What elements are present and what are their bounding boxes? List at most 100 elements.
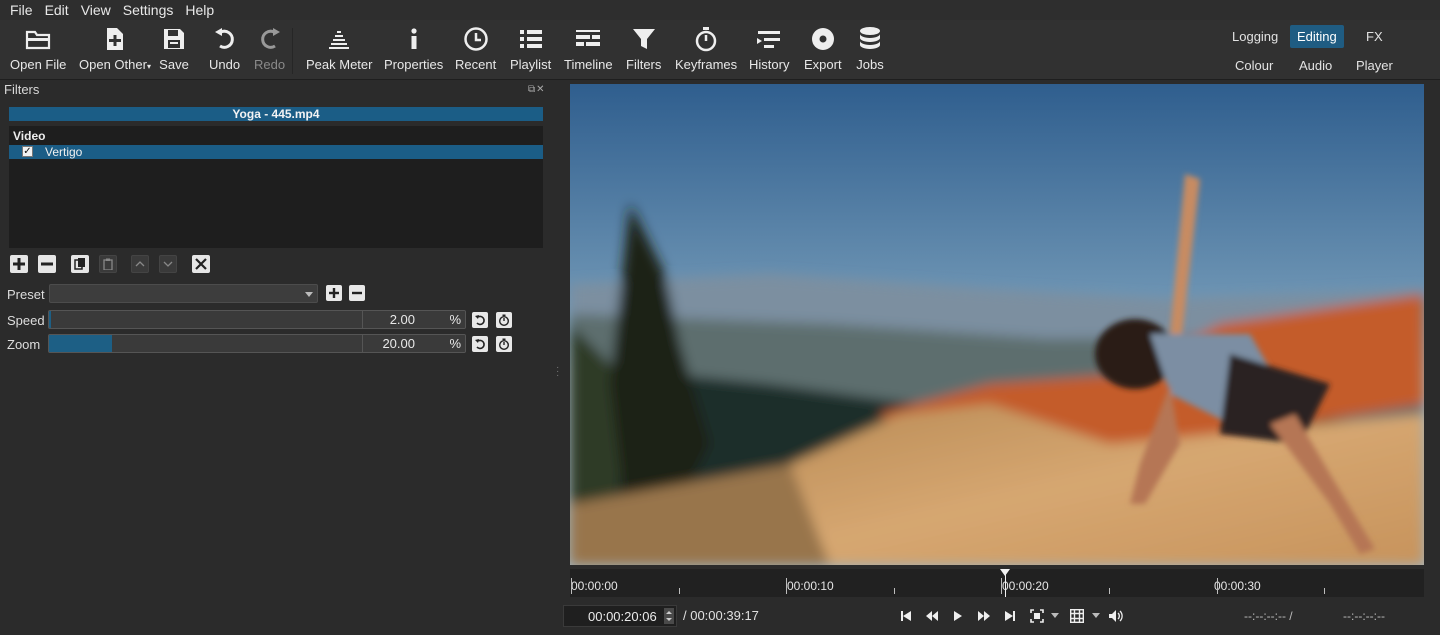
rewind-icon	[926, 611, 938, 621]
save-button[interactable]: Save	[159, 24, 189, 72]
redo-icon	[255, 24, 285, 54]
volume-button[interactable]	[1107, 607, 1125, 625]
ruler-tick	[679, 588, 680, 594]
undo-icon	[210, 24, 240, 54]
layout-logging[interactable]: Logging	[1225, 25, 1285, 48]
main-toolbar: Open File Open Other▾ Save Undo Redo Pea…	[0, 20, 1440, 80]
plus-icon	[13, 258, 25, 270]
peak-meter-icon	[324, 24, 354, 54]
filter-enable-checkbox[interactable]: ✓	[22, 146, 33, 157]
playlist-button[interactable]: Playlist	[510, 24, 551, 72]
menu-help[interactable]: Help	[179, 2, 220, 18]
play-button[interactable]	[949, 607, 967, 625]
zoom-slider[interactable]: 20.00 %	[48, 334, 466, 353]
history-button[interactable]: History	[749, 24, 789, 72]
fast-forward-button[interactable]	[975, 607, 993, 625]
speed-unit: %	[449, 312, 461, 327]
move-filter-up-button[interactable]	[131, 255, 149, 273]
menu-settings[interactable]: Settings	[117, 2, 180, 18]
disc-icon	[808, 24, 838, 54]
zoom-fit-button[interactable]	[1028, 607, 1046, 625]
jobs-button[interactable]: Jobs	[855, 24, 885, 72]
rewind-button[interactable]	[923, 607, 941, 625]
minus-icon	[41, 262, 53, 266]
fast-forward-icon	[978, 611, 990, 621]
zoom-reset-button[interactable]	[472, 336, 488, 352]
save-disk-icon	[159, 24, 189, 54]
minus-icon	[352, 291, 362, 295]
filter-name: Vertigo	[45, 145, 83, 159]
video-viewer[interactable]	[570, 84, 1424, 565]
chevron-down-icon	[1051, 613, 1059, 618]
funnel-icon	[629, 24, 659, 54]
stopwatch-icon	[499, 338, 509, 350]
clipboard-icon	[103, 258, 113, 270]
filter-row-vertigo[interactable]: ✓ Vertigo	[9, 145, 543, 159]
folder-open-icon	[23, 24, 53, 54]
layout-audio[interactable]: Audio	[1292, 54, 1339, 77]
menu-file[interactable]: File	[4, 2, 39, 18]
list-icon	[516, 24, 546, 54]
menu-view[interactable]: View	[75, 2, 117, 18]
ruler-label: 00:00:20	[1002, 579, 1049, 593]
recent-label: Recent	[455, 57, 497, 72]
layout-fx[interactable]: FX	[1359, 25, 1390, 48]
menu-edit[interactable]: Edit	[39, 2, 75, 18]
remove-filter-button[interactable]	[38, 255, 56, 273]
copy-icon	[74, 258, 85, 270]
ruler-label: 00:00:00	[571, 579, 618, 593]
playhead-marker[interactable]	[1000, 569, 1010, 576]
grid-menu-button[interactable]	[1087, 607, 1105, 625]
paste-filter-button[interactable]	[99, 255, 117, 273]
keyframes-button[interactable]: Keyframes	[675, 24, 737, 72]
zoom-unit: %	[449, 336, 461, 351]
deselect-filter-button[interactable]	[192, 255, 210, 273]
skip-previous-icon	[901, 611, 911, 621]
jobs-label: Jobs	[856, 57, 884, 72]
speed-reset-button[interactable]	[472, 312, 488, 328]
panel-splitter-handle[interactable]: · · ·	[556, 363, 559, 381]
layout-editing[interactable]: Editing	[1290, 25, 1344, 48]
copy-filter-button[interactable]	[71, 255, 89, 273]
timecode-spinner[interactable]	[664, 608, 674, 624]
grid-icon	[1070, 609, 1084, 623]
time-ruler[interactable]: 00:00:00 00:00:10 00:00:20 00:00:30	[570, 569, 1424, 597]
export-button[interactable]: Export	[804, 24, 842, 72]
open-other-button[interactable]: Open Other▾	[79, 24, 151, 72]
properties-button[interactable]: Properties	[384, 24, 443, 72]
chevron-down-icon	[163, 261, 173, 267]
undo-button[interactable]: Undo	[209, 24, 240, 72]
zoom-keyframe-button[interactable]	[496, 336, 512, 352]
speed-keyframe-button[interactable]	[496, 312, 512, 328]
zoom-spinbox[interactable]: 20.00 %	[362, 335, 465, 352]
history-label: History	[749, 57, 790, 72]
open-file-button[interactable]: Open File	[10, 24, 66, 72]
move-filter-down-button[interactable]	[159, 255, 177, 273]
filters-button[interactable]: Filters	[626, 24, 661, 72]
add-filter-button[interactable]	[10, 255, 28, 273]
ruler-tick	[1324, 588, 1325, 594]
recent-button[interactable]: Recent	[455, 24, 496, 72]
redo-button[interactable]: Redo	[254, 24, 285, 72]
timeline-button[interactable]: Timeline	[564, 24, 613, 72]
toolbar-separator	[292, 28, 293, 74]
speed-slider[interactable]: 2.00 %	[48, 310, 466, 329]
speed-spinbox[interactable]: 2.00 %	[362, 311, 465, 328]
filter-list[interactable]: Video ✓ Vertigo	[9, 126, 543, 248]
layout-colour[interactable]: Colour	[1228, 54, 1280, 77]
skip-to-previous-button[interactable]	[897, 607, 915, 625]
panel-float-close-icons[interactable]: ⧉✕	[528, 84, 546, 95]
peak-meter-button[interactable]: Peak Meter	[306, 24, 372, 72]
grid-button[interactable]	[1068, 607, 1086, 625]
ruler-tick	[1001, 578, 1002, 594]
preset-dropdown[interactable]	[49, 284, 318, 303]
layout-player[interactable]: Player	[1349, 54, 1400, 77]
ruler-tick	[571, 578, 572, 594]
ruler-label: 00:00:30	[1214, 579, 1261, 593]
position-timecode-field[interactable]: 00:00:20:06	[563, 605, 677, 627]
history-icon	[754, 24, 784, 54]
save-preset-button[interactable]	[326, 285, 342, 301]
zoom-menu-button[interactable]	[1046, 607, 1064, 625]
skip-to-next-button[interactable]	[1001, 607, 1019, 625]
delete-preset-button[interactable]	[349, 285, 365, 301]
